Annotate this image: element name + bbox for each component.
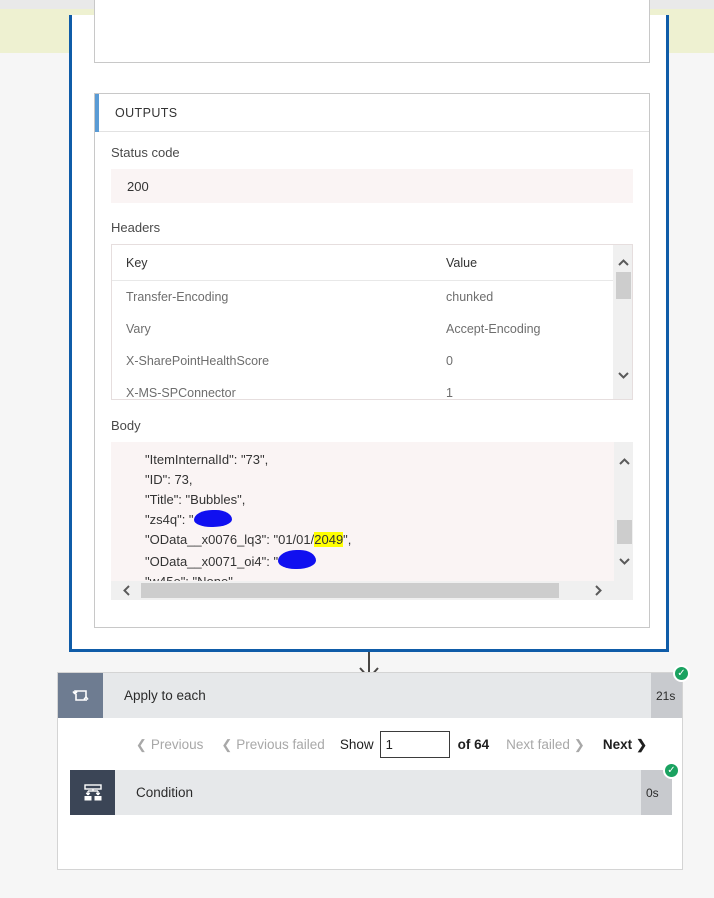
previous-panel-partial: [94, 0, 650, 63]
status-badge-success: ✓: [663, 762, 680, 779]
code-text: "w45e": "None",: [145, 574, 236, 581]
header-key: Vary: [126, 322, 151, 336]
code-line: "zs4q": ": [145, 510, 614, 530]
chevron-left-icon: ❮: [135, 736, 147, 752]
code-text: "OData__x0071_oi4": ": [145, 554, 279, 569]
loop-icon: [58, 673, 103, 718]
code-line: "ID": 73,: [145, 470, 614, 490]
headers-vertical-scrollbar[interactable]: [613, 245, 632, 399]
code-text: ",: [343, 532, 352, 547]
body-scroll-pane: "ItemInternalId": "73", "ID": 73, "Title…: [111, 442, 614, 581]
header-key: X-MS-SPConnector: [126, 386, 236, 399]
header-value: Accept-Encoding: [446, 322, 541, 336]
next-label: Next: [602, 736, 633, 752]
previous-label: Previous: [150, 736, 204, 752]
condition-action[interactable]: Condition 0s ✓: [70, 762, 680, 815]
chevron-right-icon: ❯: [573, 736, 585, 752]
next-failed-button[interactable]: Next failed ❯: [497, 737, 594, 752]
body-vertical-scrollbar[interactable]: [614, 442, 633, 581]
headers-table-container: Key Value Transfer-Encoding chunked Vary…: [111, 244, 633, 400]
next-failed-label: Next failed: [506, 736, 570, 752]
scrollbar-thumb[interactable]: [617, 520, 632, 544]
chevron-right-icon: ❯: [636, 736, 647, 752]
scrollbar-corner: [614, 581, 633, 600]
apply-to-each-title: Apply to each: [103, 673, 651, 718]
code-text: "zs4q": ": [145, 512, 194, 527]
previous-button[interactable]: ❮ Previous: [127, 737, 212, 752]
condition-title: Condition: [115, 770, 641, 815]
code-text: "ID": 73,: [145, 472, 193, 487]
status-badge-success: ✓: [673, 665, 690, 682]
body-horizontal-scrollbar[interactable]: [111, 581, 614, 600]
redaction-mark: [193, 510, 232, 527]
header-value: chunked: [446, 290, 494, 304]
header-key: Transfer-Encoding: [126, 290, 229, 304]
headers-table-header-row: Key Value: [112, 245, 613, 281]
status-code-value: 200: [111, 169, 633, 203]
chevron-left-icon: ❮: [221, 736, 233, 752]
previous-failed-label: Previous failed: [236, 736, 325, 752]
headers-scroll-pane: Key Value Transfer-Encoding chunked Vary…: [112, 245, 613, 399]
condition-row: Condition 0s ✓: [70, 762, 680, 815]
headers-label: Headers: [111, 220, 161, 235]
code-line: "Title": "Bubbles",: [145, 490, 614, 510]
code-line: "ItemInternalId": "73",: [145, 450, 614, 470]
next-button[interactable]: Next ❯: [594, 737, 656, 752]
code-line: "OData__x0076_lq3": "01/01/2049",: [145, 530, 614, 550]
outputs-title: OUTPUTS: [115, 105, 178, 120]
header-value: 1: [446, 386, 453, 399]
chevron-up-icon[interactable]: [614, 253, 633, 272]
code-line: "w45e": "None",: [145, 572, 614, 581]
header-key: X-SharePointHealthScore: [126, 354, 270, 368]
table-row: X-MS-SPConnector 1: [112, 377, 613, 399]
code-text: "ItemInternalId": "73",: [145, 452, 269, 467]
outputs-panel-header[interactable]: OUTPUTS: [95, 94, 649, 132]
chevron-up-icon[interactable]: [615, 452, 634, 471]
iteration-number-input[interactable]: [379, 730, 450, 758]
table-row: Transfer-Encoding chunked: [112, 281, 613, 313]
code-text: "Title": "Bubbles",: [145, 492, 246, 507]
highlighted-text: 2049: [314, 532, 344, 547]
chevron-down-icon[interactable]: [615, 552, 634, 571]
redaction-mark: [278, 550, 317, 569]
outputs-panel: OUTPUTS Status code 200 Headers Key Valu…: [94, 93, 650, 628]
chevron-down-icon[interactable]: [614, 366, 633, 385]
previous-failed-button[interactable]: ❮ Previous failed: [212, 737, 333, 752]
scrollbar-thumb[interactable]: [141, 583, 559, 598]
chevron-right-icon[interactable]: [589, 581, 608, 600]
body-label: Body: [111, 418, 141, 433]
column-header-key: Key: [126, 255, 148, 270]
show-label: Show: [339, 736, 374, 752]
apply-to-each-container: Apply to each 21s ✓ ❮ Previous ❮ Previou…: [57, 665, 690, 870]
outputs-panel-body: Status code 200 Headers Key Value Transf…: [95, 132, 649, 600]
selected-action-card[interactable]: OUTPUTS Status code 200 Headers Key Valu…: [69, 0, 669, 652]
scrollbar-thumb[interactable]: [616, 272, 631, 299]
chevron-left-icon[interactable]: [117, 581, 136, 600]
apply-to-each-header[interactable]: Apply to each 21s ✓: [58, 665, 690, 718]
header-value: 0: [446, 354, 453, 368]
panel-accent-bar: [95, 94, 99, 132]
code-line: "OData__x0071_oi4": ": [145, 550, 614, 572]
iteration-pager: ❮ Previous ❮ Previous failed Show of 64 …: [58, 718, 682, 770]
total-count-label: of 64: [457, 736, 490, 752]
column-header-value: Value: [446, 255, 478, 270]
table-row: X-SharePointHealthScore 0: [112, 345, 613, 377]
code-text: "OData__x0076_lq3": "01/01/: [145, 532, 315, 547]
table-row: Vary Accept-Encoding: [112, 313, 613, 345]
status-code-label: Status code: [111, 145, 180, 160]
body-content-container: "ItemInternalId": "73", "ID": 73, "Title…: [111, 442, 633, 600]
condition-icon: [70, 770, 115, 815]
